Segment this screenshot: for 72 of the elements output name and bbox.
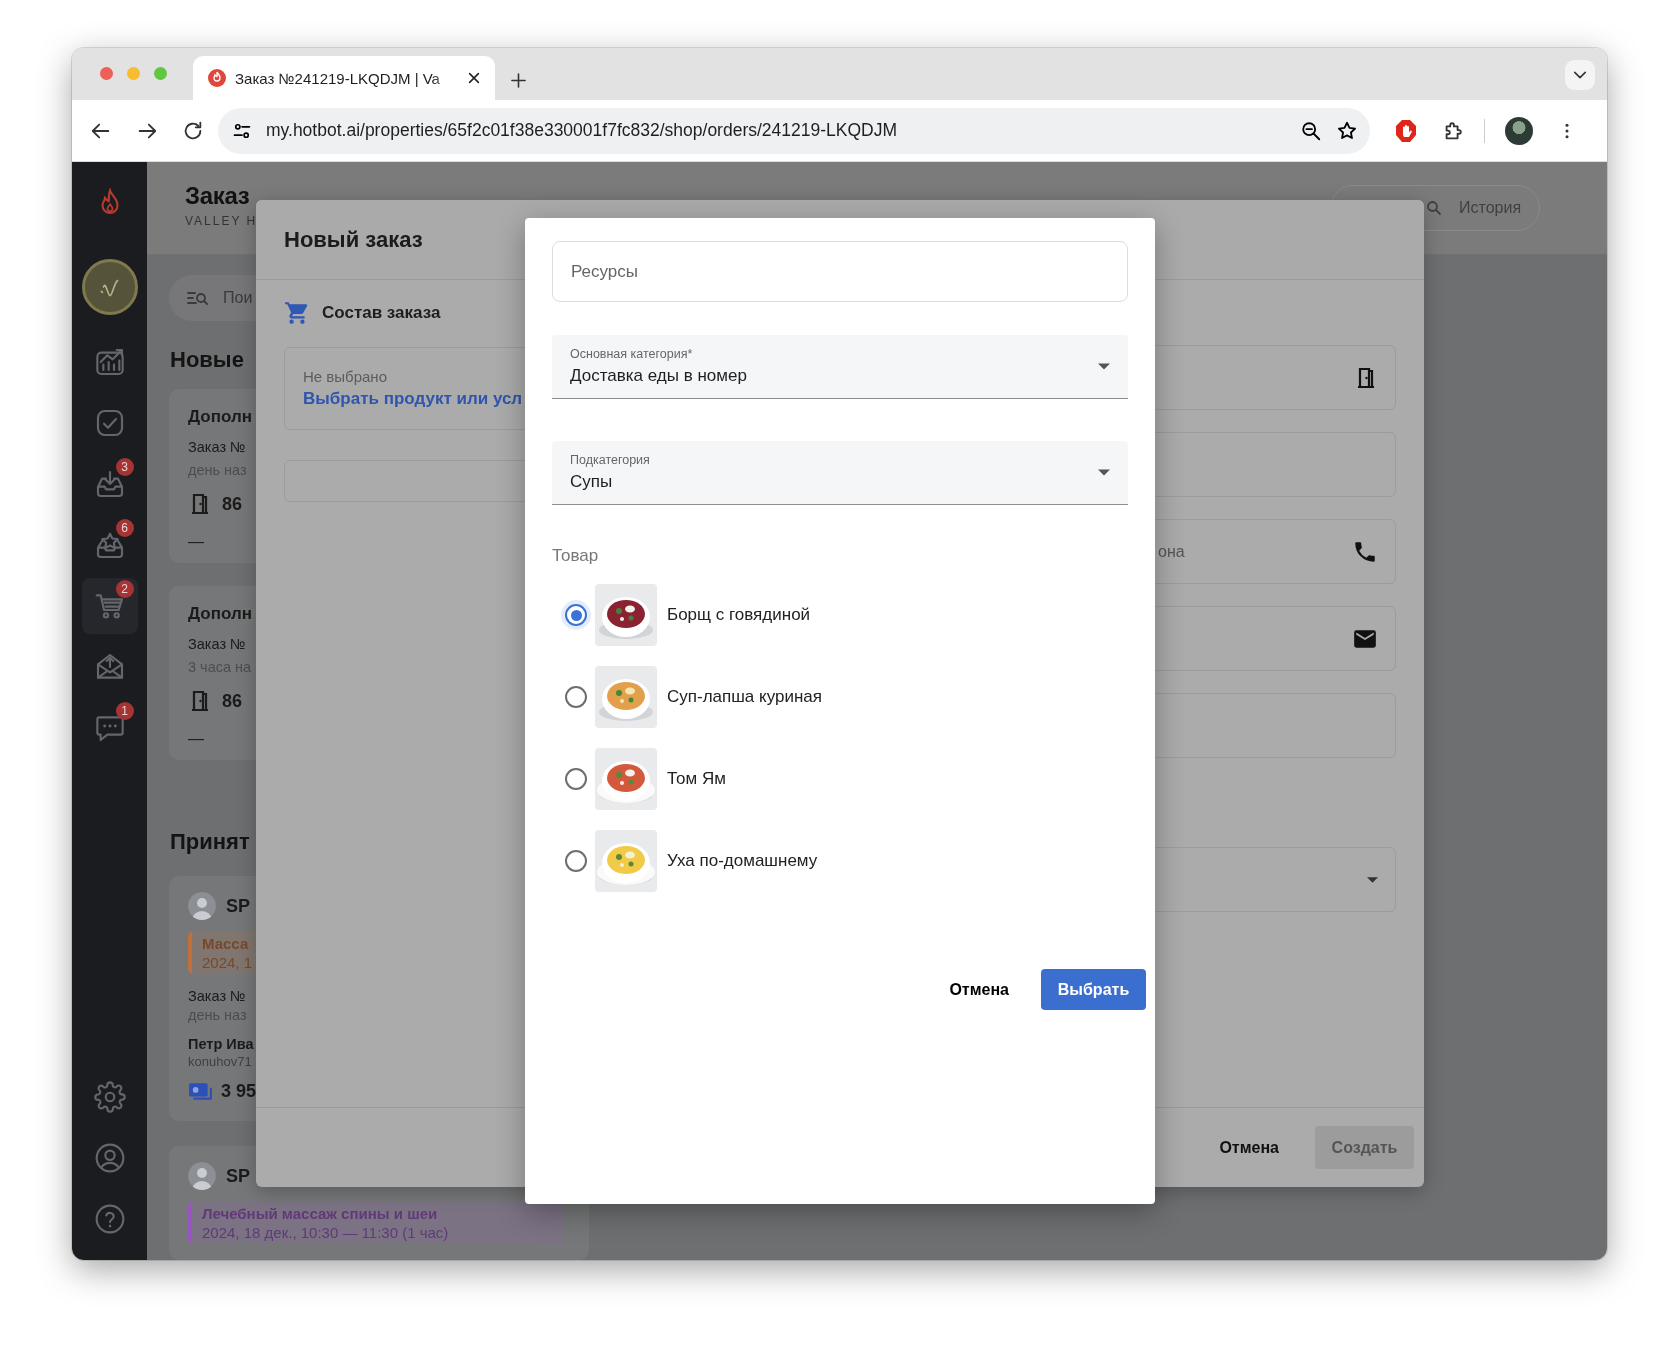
nav-button[interactable]: 2 xyxy=(81,578,138,634)
nav-button[interactable]: 3 xyxy=(81,456,138,512)
tab-title: Заказ №241219-LKQDJM | Va xyxy=(235,69,441,87)
caret-icon xyxy=(1367,876,1378,883)
help-icon xyxy=(93,1203,126,1235)
radio-button[interactable] xyxy=(565,686,587,708)
property-name: VALLEY H xyxy=(185,214,258,228)
stop-sign-icon[interactable] xyxy=(1394,118,1418,143)
select-button[interactable]: Выбрать xyxy=(1041,969,1146,1010)
section-heading: Новые xyxy=(170,347,244,373)
service-title: Лечебный массаж спины и шеи xyxy=(202,1204,439,1223)
select-product-link[interactable]: Выбрать продукт или усл xyxy=(303,389,523,409)
notification-badge: 6 xyxy=(115,519,134,537)
settings-icon xyxy=(93,1081,126,1113)
zoom-out-icon[interactable] xyxy=(1300,119,1322,142)
notification-badge: 1 xyxy=(115,702,134,720)
search-field[interactable]: Ресурсы xyxy=(552,241,1128,302)
close-window-button[interactable] xyxy=(100,67,113,80)
cancel-button[interactable]: Отмена xyxy=(1213,1130,1285,1165)
order-title: Дополн xyxy=(188,603,253,625)
order-number: Заказ № xyxy=(188,438,247,457)
notification-badge: 2 xyxy=(115,580,134,598)
avatar xyxy=(188,1162,216,1190)
product-name: Уха по-домашнему xyxy=(667,851,818,871)
product-name: Борщ с говядиной xyxy=(667,605,811,625)
room-number: 86 xyxy=(222,690,243,712)
browser-tab[interactable]: Заказ №241219-LKQDJM | Va xyxy=(193,56,495,100)
new-tab-icon[interactable] xyxy=(511,73,526,88)
radio-button[interactable] xyxy=(565,604,587,626)
subcategory-select[interactable]: Подкатегория Супы xyxy=(552,441,1128,505)
order-title: Дополн xyxy=(188,406,253,428)
field-label: Товар xyxy=(552,546,600,566)
booking-time: 2024, 18 дек., 10:30 — 11:30 (1 час) xyxy=(202,1224,449,1241)
profile-avatar[interactable] xyxy=(1505,116,1533,145)
order-amount: 3 95 xyxy=(221,1080,257,1102)
section-title: Состав заказа xyxy=(322,303,441,323)
service-title: Масса xyxy=(202,934,250,953)
guest-email: konuhov71 xyxy=(188,1054,253,1069)
reload-icon[interactable] xyxy=(182,119,204,142)
room-number: 86 xyxy=(222,493,243,515)
search-icon xyxy=(1425,199,1443,217)
radio-button[interactable] xyxy=(565,850,587,872)
money-icon xyxy=(188,1080,212,1102)
notification-badge: 3 xyxy=(115,458,134,476)
order-number: Заказ № xyxy=(188,987,247,1006)
favicon-icon xyxy=(207,68,227,88)
section-heading: Принят xyxy=(170,829,250,855)
booking-time: 2024, 1 xyxy=(202,954,253,971)
address-bar[interactable]: my.hotbot.ai/properties/65f2c01f38e330001f7fc832/shop/orders/241219-LKQDJM xyxy=(218,107,1370,154)
product-name: Том Ям xyxy=(667,769,726,789)
user-icon xyxy=(93,1142,126,1174)
nav-button[interactable]: 6 xyxy=(81,517,138,573)
caret-icon xyxy=(1098,469,1110,476)
nav-button[interactable]: 1 xyxy=(81,700,138,756)
page-title: Заказ xyxy=(185,182,251,210)
close-icon[interactable] xyxy=(467,71,481,85)
cancel-button[interactable]: Отмена xyxy=(943,972,1015,1007)
order-note: — xyxy=(188,532,205,552)
star-icon[interactable] xyxy=(1336,119,1358,142)
service-name: SP xyxy=(226,895,250,917)
caret-icon xyxy=(1098,363,1110,370)
order-number: Заказ № xyxy=(188,635,247,654)
avatar xyxy=(188,892,216,920)
category-select[interactable]: Основная категория* Доставка еды в номер xyxy=(552,335,1128,399)
radio-button[interactable] xyxy=(565,768,587,790)
chart-icon xyxy=(93,346,126,378)
service-name: SP xyxy=(226,1165,250,1187)
product-name: Суп-лапша куриная xyxy=(667,687,822,707)
guest-name: Петр Ива xyxy=(188,1035,255,1054)
order-note: — xyxy=(188,729,205,749)
tab-list-button[interactable] xyxy=(1565,60,1595,90)
cart-icon xyxy=(284,300,310,326)
